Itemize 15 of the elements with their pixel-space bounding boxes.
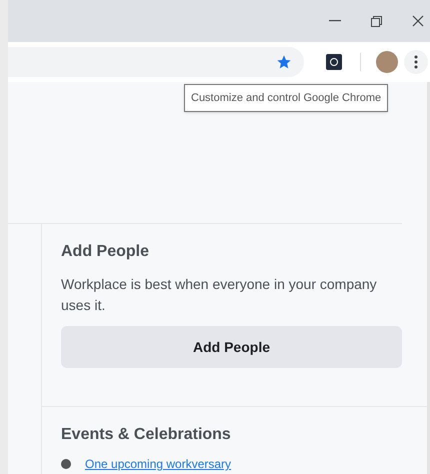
card-description: Workplace is best when everyone in your company uses it. (61, 275, 378, 315)
close-icon[interactable] (412, 15, 424, 27)
star-icon[interactable] (276, 54, 292, 70)
add-people-button[interactable]: Add People (61, 326, 402, 368)
tooltip: Customize and control Google Chrome (184, 84, 388, 112)
event-link[interactable]: One upcoming workversary (85, 455, 232, 473)
menu-button[interactable] (404, 50, 428, 74)
bullet-icon (61, 459, 71, 469)
card-title: Add People (61, 242, 150, 262)
avatar-icon[interactable] (376, 51, 398, 73)
section-title: Events & Celebrations (61, 425, 232, 445)
more-icon (414, 55, 418, 69)
minimize-icon[interactable] (329, 20, 341, 22)
extension-icon[interactable] (326, 54, 342, 70)
restore-icon[interactable] (371, 16, 382, 26)
